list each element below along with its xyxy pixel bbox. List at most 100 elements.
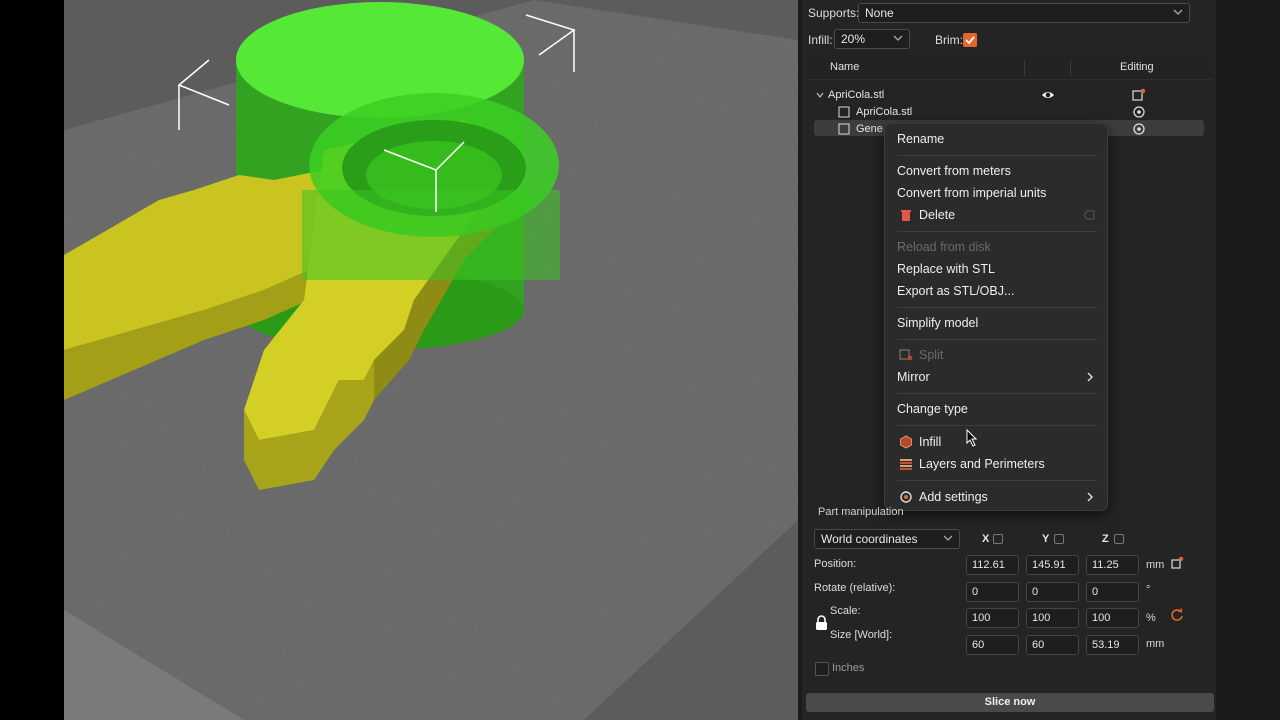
menu-item-add-settings[interactable]: Add settings	[885, 487, 1107, 507]
position-z-input[interactable]: 11.25	[1086, 555, 1139, 575]
rotate-x-input[interactable]: 0	[966, 582, 1019, 602]
reset-scale-icon[interactable]	[1170, 608, 1184, 622]
menu-separator	[897, 155, 1097, 156]
menu-separator	[897, 425, 1097, 426]
context-menu: Rename Convert from meters Convert from …	[884, 123, 1108, 511]
infill-label: Infill:	[808, 33, 833, 47]
3d-viewport[interactable]	[64, 0, 798, 720]
column-editing[interactable]: Editing	[1120, 61, 1154, 73]
menu-item-label: Replace with STL	[897, 262, 995, 276]
axis-y-icon[interactable]	[1054, 534, 1064, 544]
menu-item-label: Split	[919, 348, 944, 362]
scale-x-input[interactable]: 100	[966, 608, 1019, 628]
menu-item-export[interactable]: Export as STL/OBJ...	[885, 281, 1107, 301]
supports-value: None	[865, 6, 894, 20]
chevron-down-icon	[1173, 9, 1183, 15]
menu-separator	[897, 393, 1097, 394]
scale-unit: %	[1146, 612, 1156, 624]
infill-select[interactable]: 20%	[834, 29, 910, 49]
chevron-right-icon	[1087, 372, 1093, 382]
drop-to-bed-icon[interactable]	[1170, 556, 1184, 570]
menu-item-label: Change type	[897, 402, 968, 416]
menu-item-convert-meters[interactable]: Convert from meters	[885, 161, 1107, 181]
brim-checkbox[interactable]	[963, 33, 977, 47]
axis-y-label: Y	[1042, 533, 1050, 545]
menu-item-mirror[interactable]: Mirror	[885, 367, 1107, 387]
column-divider	[1070, 60, 1071, 76]
chevron-down-icon	[943, 535, 953, 541]
menu-item-label: Simplify model	[897, 316, 979, 330]
position-y-input[interactable]: 145.91	[1026, 555, 1079, 575]
chevron-down-icon	[893, 35, 903, 41]
gear-icon[interactable]	[1132, 122, 1146, 136]
part-manipulation-title: Part manipulation	[818, 506, 904, 518]
trash-icon	[901, 210, 911, 221]
axis-z-label: Z	[1102, 533, 1109, 545]
column-divider	[1024, 60, 1025, 76]
lock-icon[interactable]	[815, 615, 828, 631]
tree-item-label: ApriCola.stl	[828, 89, 885, 101]
gear-icon[interactable]	[1132, 105, 1146, 119]
menu-item-label: Delete	[919, 208, 956, 222]
menu-item-label: Convert from imperial units	[897, 186, 1047, 200]
tree-item-label: ApriCola.stl	[856, 106, 913, 118]
coordinates-value: World coordinates	[821, 532, 918, 546]
scene-canvas[interactable]	[64, 0, 798, 720]
menu-separator	[897, 480, 1097, 481]
scale-y-input[interactable]: 100	[1026, 608, 1079, 628]
mouse-cursor-icon	[966, 429, 978, 447]
infill-value: 20%	[841, 32, 866, 46]
column-name[interactable]: Name	[830, 61, 859, 73]
axis-x-icon[interactable]	[993, 534, 1003, 544]
position-x-input[interactable]: 112.61	[966, 555, 1019, 575]
menu-item-convert-imperial[interactable]: Convert from imperial units	[885, 183, 1107, 203]
eye-icon[interactable]	[1041, 89, 1055, 101]
supports-select[interactable]: None	[858, 3, 1190, 23]
menu-separator	[897, 339, 1097, 340]
part-icon	[838, 106, 850, 118]
supports-label: Supports:	[808, 6, 860, 20]
menu-item-layers[interactable]: Layers and Perimeters	[885, 454, 1107, 474]
menu-item-split: Split	[885, 345, 1107, 365]
scale-z-input[interactable]: 100	[1086, 608, 1139, 628]
menu-item-label: Rename	[897, 132, 945, 146]
inches-label: Inches	[832, 662, 865, 674]
size-y-input[interactable]: 60	[1026, 635, 1079, 655]
rotate-y-input[interactable]: 0	[1026, 582, 1079, 602]
infill-icon	[900, 435, 912, 449]
tree-item-label: Gene	[856, 123, 883, 135]
rotate-label: Rotate (relative):	[814, 582, 896, 594]
layers-icon	[900, 459, 912, 470]
menu-item-label: Layers and Perimeters	[919, 457, 1045, 471]
menu-item-replace[interactable]: Replace with STL	[885, 259, 1107, 279]
split-icon	[899, 349, 913, 361]
chevron-right-icon	[1087, 492, 1093, 502]
checkmark-icon	[965, 36, 975, 45]
menu-item-change-type[interactable]: Change type	[885, 399, 1107, 419]
rotate-z-input[interactable]: 0	[1086, 582, 1139, 602]
coordinates-select[interactable]: World coordinates	[814, 529, 960, 549]
inches-checkbox[interactable]	[815, 662, 829, 676]
size-z-input[interactable]: 53.19	[1086, 635, 1139, 655]
slice-now-button[interactable]: Slice now	[806, 693, 1214, 712]
menu-item-label: Convert from meters	[897, 164, 1011, 178]
menu-item-label: Add settings	[919, 490, 988, 504]
menu-item-simplify[interactable]: Simplify model	[885, 313, 1107, 333]
menu-item-infill[interactable]: Infill	[885, 432, 1107, 452]
size-x-input[interactable]: 60	[966, 635, 1019, 655]
menu-item-delete[interactable]: Delete	[885, 205, 1107, 225]
expand-arrow-icon[interactable]	[816, 91, 824, 99]
delete-key-icon	[1083, 210, 1095, 220]
rotate-unit: °	[1146, 584, 1151, 596]
menu-separator	[897, 307, 1097, 308]
menu-item-label: Infill	[919, 435, 942, 449]
menu-item-label: Export as STL/OBJ...	[897, 284, 1015, 298]
position-label: Position:	[814, 558, 857, 570]
menu-item-reload: Reload from disk	[885, 237, 1107, 257]
axis-z-icon[interactable]	[1114, 534, 1124, 544]
menu-item-rename[interactable]: Rename	[885, 129, 1107, 149]
modifier-ring	[302, 93, 560, 280]
edit-object-icon[interactable]	[1132, 88, 1146, 102]
object-list-header: Name Editing	[806, 56, 1212, 80]
size-unit: mm	[1146, 638, 1165, 650]
